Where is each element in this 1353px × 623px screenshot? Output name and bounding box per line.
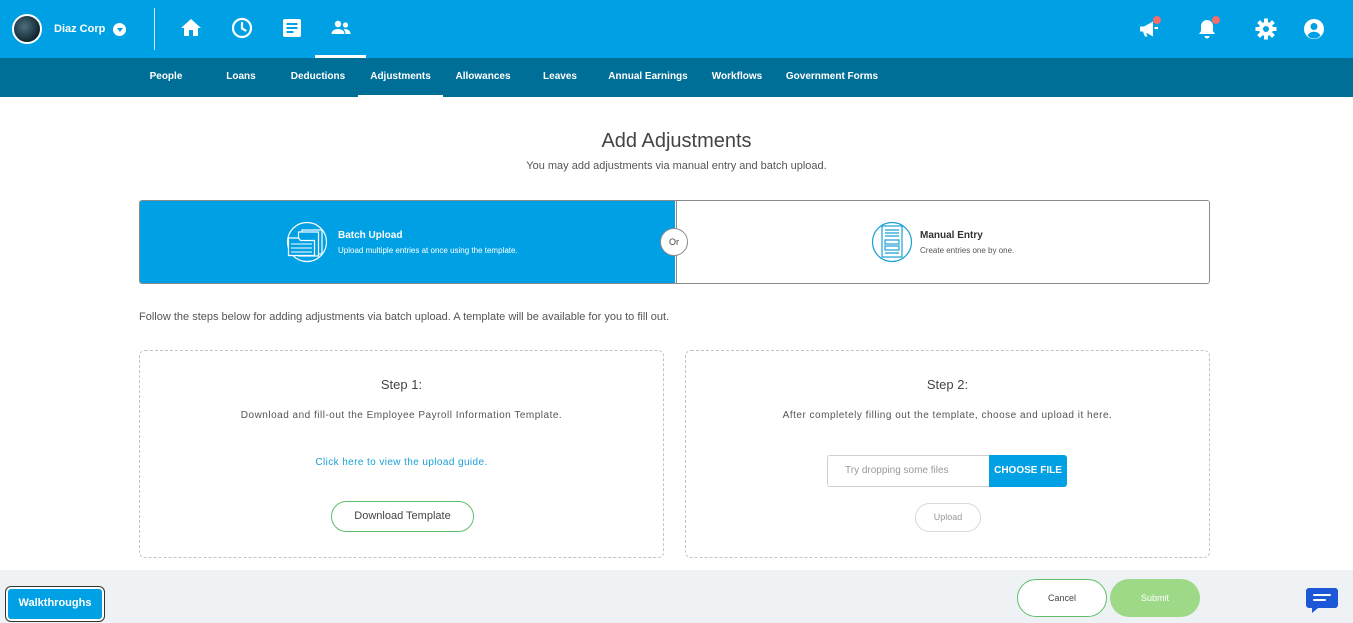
user-icon[interactable]: [1302, 17, 1326, 41]
subnav-item-leaves[interactable]: Leaves: [536, 58, 584, 97]
page-subtitle: You may add adjustments via manual entry…: [526, 160, 827, 172]
step2-panel: Step 2: After completely filling out the…: [685, 350, 1210, 558]
upload-guide-link[interactable]: Click here to view the upload guide.: [140, 457, 663, 468]
clock-icon[interactable]: [230, 16, 254, 40]
download-template-button[interactable]: Download Template: [331, 501, 474, 532]
walkthroughs-button[interactable]: Walkthroughs: [8, 589, 102, 619]
batch-upload-title: Batch Upload: [338, 230, 403, 241]
subnav-item-deductions[interactable]: Deductions: [284, 58, 352, 97]
manual-entry-icon: [871, 221, 913, 263]
manual-entry-title: Manual Entry: [920, 230, 983, 241]
manual-entry-option[interactable]: Manual Entry Create entries one by one.: [676, 201, 1209, 283]
step1-panel: Step 1: Download and fill-out the Employ…: [139, 350, 664, 558]
top-divider: [154, 8, 155, 50]
chevron-down-icon[interactable]: [113, 22, 127, 36]
choose-file-button[interactable]: CHOOSE FILE: [989, 455, 1067, 487]
subnav-item-allowances[interactable]: Allowances: [449, 58, 517, 97]
batch-upload-option[interactable]: Batch Upload Upload multiple entries at …: [140, 201, 675, 283]
upload-button[interactable]: Upload: [915, 503, 981, 532]
home-icon[interactable]: [179, 16, 203, 40]
document-icon[interactable]: [280, 16, 304, 40]
subnav-item-loans[interactable]: Loans: [215, 58, 267, 97]
company-logo: [12, 14, 42, 44]
chat-icon[interactable]: [1305, 586, 1339, 614]
cancel-button[interactable]: Cancel: [1017, 579, 1107, 617]
subnav-item-workflows[interactable]: Workflows: [707, 58, 767, 97]
submit-button[interactable]: Submit: [1110, 579, 1200, 617]
batch-upload-icon: [286, 221, 328, 263]
file-drop-zone[interactable]: Try dropping some files: [827, 455, 989, 487]
subnav-item-adjustments[interactable]: Adjustments: [358, 58, 443, 97]
page-title: Add Adjustments: [601, 130, 752, 152]
or-divider: Or: [660, 228, 688, 256]
subnav-item-annual-earnings[interactable]: Annual Earnings: [603, 58, 693, 97]
subnav-item-government-forms[interactable]: Government Forms: [780, 58, 884, 97]
notification-badge: [1212, 16, 1220, 24]
step2-description: After completely filling out the templat…: [782, 410, 1113, 421]
step2-title: Step 2:: [926, 377, 969, 392]
gear-icon[interactable]: [1254, 17, 1278, 41]
people-icon[interactable]: [329, 16, 353, 40]
batch-upload-description: Upload multiple entries at once using th…: [338, 246, 518, 255]
top-bar: Diaz Corp: [0, 0, 1353, 58]
batch-upload-instructions: Follow the steps below for adding adjust…: [139, 311, 670, 323]
sub-navigation: People Loans Deductions Adjustments Allo…: [0, 58, 1353, 97]
manual-entry-description: Create entries one by one.: [920, 246, 1015, 255]
company-name: Diaz Corp: [54, 23, 106, 35]
step1-title: Step 1:: [380, 377, 423, 392]
company-switcher[interactable]: Diaz Corp: [12, 14, 127, 44]
step1-description: Download and fill-out the Employee Payro…: [240, 410, 563, 421]
subnav-item-people[interactable]: People: [138, 58, 194, 97]
announcement-badge: [1153, 16, 1161, 24]
